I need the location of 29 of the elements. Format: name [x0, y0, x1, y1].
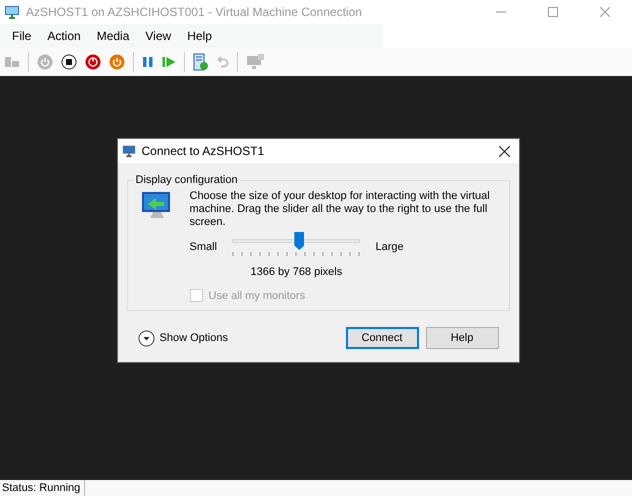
menu-item[interactable]: Help — [179, 27, 220, 45]
menu-item[interactable]: Action — [39, 27, 89, 45]
slider-max-label: Large — [376, 240, 404, 255]
description-text: Choose the size of your desktop for interacting with the virtual machine. Drag the slider all the way to the right to use the full screen. — [190, 190, 491, 229]
maximize-icon[interactable] — [548, 7, 558, 17]
menu-item[interactable]: File — [4, 27, 40, 45]
checkbox-label: Use all my monitors — [208, 288, 306, 304]
dialog-button[interactable]: Help — [426, 327, 498, 349]
power-icon[interactable] — [85, 54, 101, 70]
tick-marks-icon — [232, 252, 360, 258]
server-icon[interactable] — [193, 53, 209, 71]
monitor-icon — [122, 144, 136, 158]
monitor-icon — [4, 4, 20, 20]
stop-icon[interactable] — [61, 54, 77, 70]
resolution-text: 1366 by 768 pixels — [250, 265, 342, 280]
slider-min-label: Small — [190, 240, 218, 255]
menu-item[interactable]: View — [137, 27, 180, 45]
play-icon[interactable] — [162, 56, 176, 68]
expand-icon[interactable] — [138, 330, 154, 346]
close-icon[interactable] — [499, 146, 510, 156]
group-title: Display configuration — [134, 172, 240, 188]
menu-item[interactable]: Media — [88, 27, 138, 45]
dialog-button[interactable]: Connect — [346, 327, 418, 349]
power-icon[interactable] — [109, 54, 125, 70]
window-title: AzSHOST1 on AZSHCIHOST001 - Virtual Machine Connection — [26, 4, 362, 21]
show-options-link[interactable]: Show Options — [160, 330, 228, 346]
status-text: Status: Running — [0, 480, 86, 496]
dialog-title: Connect to AzSHOST1 — [142, 143, 264, 160]
pause-icon[interactable] — [142, 56, 154, 68]
